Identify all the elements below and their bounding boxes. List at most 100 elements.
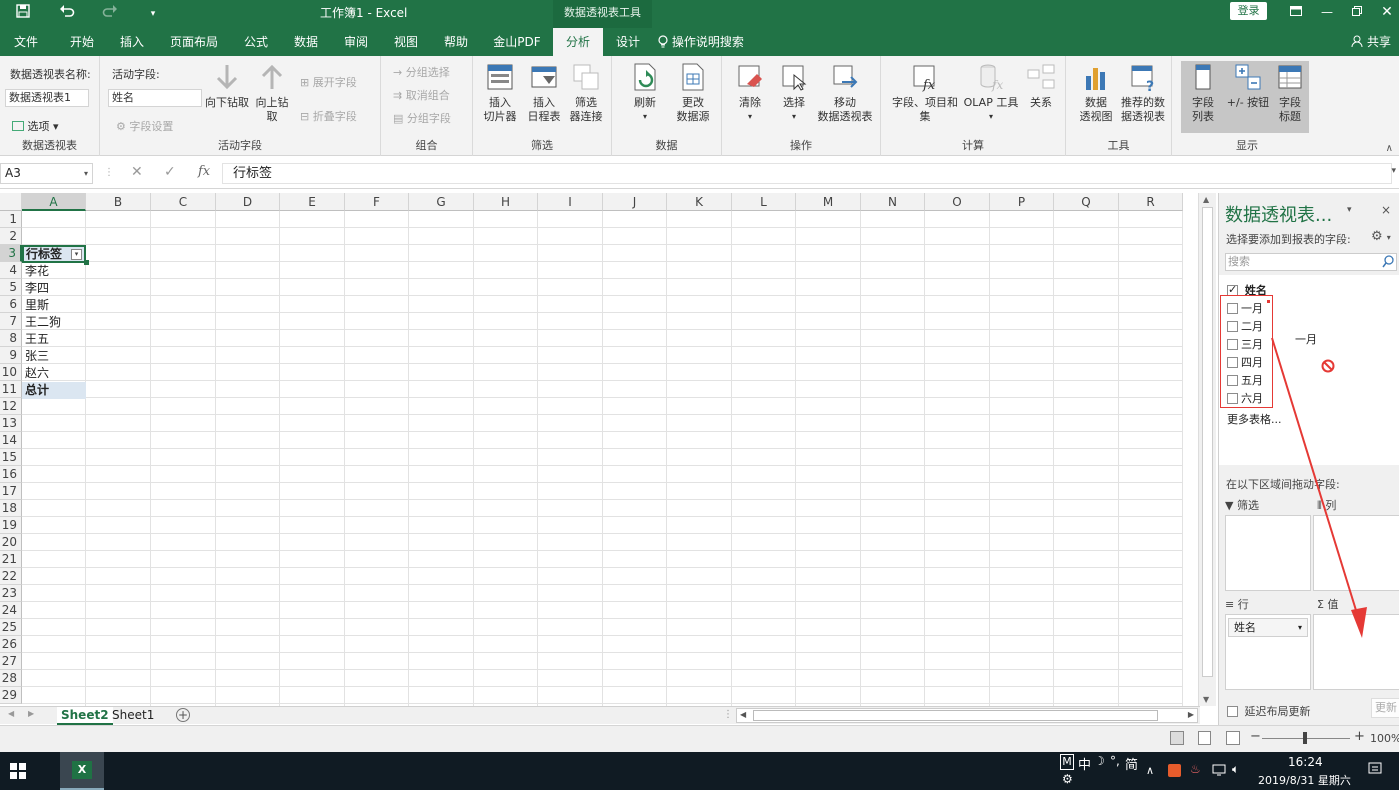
cell-a7[interactable]: 王二狗 [22,314,86,331]
recommended-pivot-button[interactable]: ? 推荐的数 据透视表 [1116,62,1170,124]
horizontal-scroll-thumb[interactable] [753,710,1158,721]
column-header-o[interactable]: O [925,193,990,211]
field-list-button[interactable]: 字段 列表 [1182,62,1224,124]
formula-input[interactable]: 行标签 [222,163,1392,184]
row-header-10[interactable]: 10 [0,364,22,381]
tab-help[interactable]: 帮助 [434,28,478,56]
tray-app2-icon[interactable]: ♨ [1190,762,1201,776]
column-header-f[interactable]: F [345,193,409,211]
cell-a3-row-labels[interactable]: 行标签 ▾ [22,245,86,263]
refresh-button[interactable]: 刷新 ▾ [624,62,666,124]
confirm-entry-icon[interactable]: ✓ [164,164,176,180]
column-header-i[interactable]: I [538,193,603,211]
notification-icon[interactable] [1368,762,1382,779]
cell-a8[interactable]: 王五 [22,331,86,348]
ime-mode-icon[interactable]: M [1060,754,1074,770]
ribbon-display-icon[interactable] [1283,2,1309,22]
cancel-entry-icon[interactable]: ✕ [131,164,143,180]
login-button[interactable]: 登录 [1230,2,1267,20]
normal-view-icon[interactable] [1170,731,1184,745]
field-headers-button[interactable]: 字段 标题 [1270,62,1310,124]
column-header-p[interactable]: P [990,193,1054,211]
group-selection-button[interactable]: → 分组选择 [393,64,450,80]
scroll-down-icon[interactable]: ▼ [1203,695,1209,704]
worksheet-grid[interactable]: ABCDEFGHIJKLMNOPQR 1 2 3 4 5 6 7 8 9 10 11 12 13 14 15… [0,193,1198,706]
row-header-18[interactable]: 18 [0,500,22,517]
row-header-28[interactable]: 28 [0,670,22,687]
tab-jinshan-pdf[interactable]: 金山PDF [486,28,548,56]
tab-formulas[interactable]: 公式 [234,28,278,56]
change-source-button[interactable]: 更改 数据源 [670,62,716,124]
tab-view[interactable]: 视图 [384,28,428,56]
options-button[interactable]: 选项 ▾ [12,118,59,134]
windows-start-icon[interactable] [10,763,26,782]
column-header-m[interactable]: M [796,193,861,211]
column-header-q[interactable]: Q [1054,193,1119,211]
update-button[interactable]: 更新 [1371,698,1399,718]
insert-function-icon[interactable]: fx [198,164,210,179]
row-header-23[interactable]: 23 [0,585,22,602]
filter-connections-button[interactable]: 筛选 器连接 [565,62,607,124]
volume-icon[interactable]: 🔈︎ [1232,762,1239,777]
row-header-13[interactable]: 13 [0,415,22,432]
column-header-h[interactable]: H [474,193,538,211]
ime-punct-icon[interactable]: °, [1110,754,1120,768]
pivot-name-input[interactable]: 数据透视表1 [5,89,89,107]
tab-design[interactable]: 设计 [606,28,650,56]
taskbar-excel-app[interactable]: X [60,752,104,790]
name-box[interactable]: A3 ▾ [0,163,93,184]
insert-timeline-button[interactable]: 插入 日程表 [523,62,565,124]
minimize-icon[interactable]: — [1314,2,1340,22]
column-header-l[interactable]: L [732,193,796,211]
expand-formula-icon[interactable]: ▾ [1391,166,1396,176]
pane-search-input[interactable]: 搜索 [1225,253,1397,271]
ime-settings-gear-icon[interactable]: ⚙ [1062,772,1073,786]
tab-home[interactable]: 开始 [60,28,104,56]
zoom-slider-thumb[interactable] [1303,732,1307,744]
pane-settings-gear-icon[interactable]: ⚙ ▾ [1371,229,1391,244]
save-icon[interactable] [12,4,34,24]
tab-page-layout[interactable]: 页面布局 [164,28,224,56]
scroll-right-icon[interactable]: ▶ [1188,710,1194,719]
tell-me-search[interactable]: 操作说明搜索 [658,28,750,56]
row-header-11[interactable]: 11 [0,381,22,398]
defer-update-option[interactable]: 延迟布局更新 [1227,703,1311,719]
collapse-ribbon-icon[interactable]: ∧ [1386,143,1393,154]
row-header-27[interactable]: 27 [0,653,22,670]
plus-minus-button[interactable]: +/- 按钮 [1224,62,1272,110]
row-header-2[interactable]: 2 [0,228,22,245]
row-header-15[interactable]: 15 [0,449,22,466]
tab-analyze[interactable]: 分析 [553,28,603,56]
ime-simplified-label[interactable]: 简 [1125,754,1138,773]
column-header-k[interactable]: K [667,193,732,211]
move-pivot-button[interactable]: 移动 数据透视表 [814,62,876,124]
row-header-21[interactable]: 21 [0,551,22,568]
row-header-20[interactable]: 20 [0,534,22,551]
row-header-29[interactable]: 29 [0,687,22,704]
tab-file[interactable]: 文件 [4,28,48,56]
sheet-tab-sheet1[interactable]: Sheet1 [108,707,158,725]
row-header-19[interactable]: 19 [0,517,22,534]
row-header-12[interactable]: 12 [0,398,22,415]
tray-expand-icon[interactable]: ∧ [1146,764,1154,777]
row-header-6[interactable]: 6 [0,296,22,313]
vertical-scrollbar[interactable]: ▲ ▼ [1198,193,1216,706]
collapse-field-button[interactable]: ⊟ 折叠字段 [300,108,357,124]
tray-app-icon[interactable] [1168,764,1181,777]
column-header-d[interactable]: D [216,193,280,211]
insert-slicer-button[interactable]: 插入 切片器 [479,62,521,124]
row-header-7[interactable]: 7 [0,313,22,330]
ungroup-button[interactable]: ⇉ 取消组合 [393,87,450,103]
column-header-e[interactable]: E [280,193,345,211]
row-header-17[interactable]: 17 [0,483,22,500]
column-header-c[interactable]: C [151,193,216,211]
tab-review[interactable]: 审阅 [334,28,378,56]
scroll-left-icon[interactable]: ◀ [740,710,746,719]
field-settings-button[interactable]: ⚙ 字段设置 [116,118,173,134]
share-button[interactable]: 共享 [1351,28,1391,56]
cell-a10[interactable]: 赵六 [22,365,86,382]
zoom-level[interactable]: 100% [1370,732,1399,745]
sheet-tab-sheet2[interactable]: Sheet2 [57,707,113,725]
row-header-16[interactable]: 16 [0,466,22,483]
row-header-26[interactable]: 26 [0,636,22,653]
